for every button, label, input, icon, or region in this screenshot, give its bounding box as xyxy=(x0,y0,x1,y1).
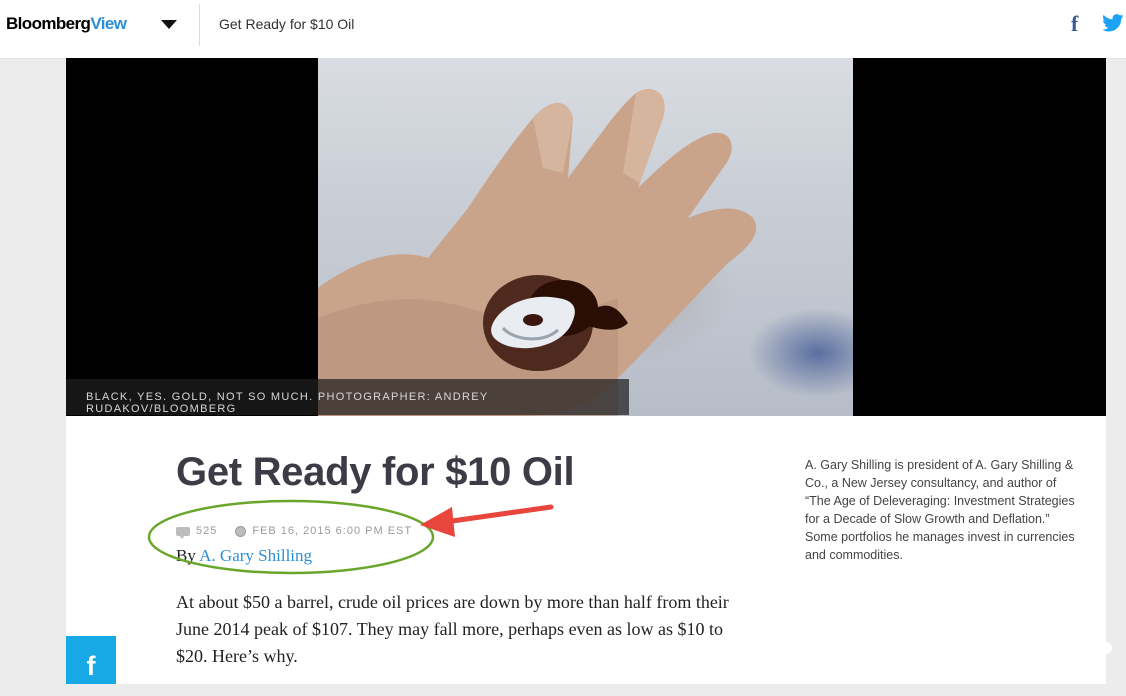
facebook-share-icon[interactable]: f xyxy=(1071,11,1078,37)
header-article-title: Get Ready for $10 Oil xyxy=(219,16,355,32)
article-body-paragraph: At about $50 a barrel, crude oil prices … xyxy=(176,592,729,666)
menu-dropdown-icon[interactable] xyxy=(161,20,177,29)
byline-prefix: By xyxy=(176,546,196,565)
publish-timestamp: FEB 16, 2015 6:00 PM EST xyxy=(252,525,413,537)
edge-control-dot xyxy=(1100,642,1112,654)
logo-secondary: View xyxy=(90,14,127,33)
top-navigation-bar: BloombergView Get Ready for $10 Oil f xyxy=(0,0,1126,59)
twitter-share-icon[interactable] xyxy=(1102,14,1124,32)
hero-photo-oil-in-hand xyxy=(318,58,853,416)
hero-image-area: BLACK, YES. GOLD, NOT SO MUCH. PHOTOGRAP… xyxy=(66,58,1106,416)
author-bio: A. Gary Shilling is president of A. Gary… xyxy=(805,458,1075,562)
floating-facebook-share-button[interactable]: f xyxy=(66,636,116,684)
article-headline: Get Ready for $10 Oil xyxy=(176,450,575,494)
header-divider xyxy=(199,4,200,46)
photo-caption: BLACK, YES. GOLD, NOT SO MUCH. PHOTOGRAP… xyxy=(86,391,489,415)
bloomberg-view-logo[interactable]: BloombergView xyxy=(6,14,127,34)
hand-with-oil-illustration xyxy=(318,89,757,416)
photo-caption-bar: BLACK, YES. GOLD, NOT SO MUCH. PHOTOGRAP… xyxy=(66,379,629,415)
clock-icon xyxy=(235,525,247,537)
article-panel: Get Ready for $10 Oil 525 FEB 16, 2015 6… xyxy=(66,416,1106,684)
comment-count[interactable]: 525 xyxy=(196,525,217,537)
article-meta: 525 FEB 16, 2015 6:00 PM EST xyxy=(176,525,413,539)
byline: By A. Gary Shilling xyxy=(176,546,312,566)
logo-primary: Bloomberg xyxy=(6,14,91,33)
comment-icon[interactable] xyxy=(176,526,190,539)
author-link[interactable]: A. Gary Shilling xyxy=(199,546,312,565)
